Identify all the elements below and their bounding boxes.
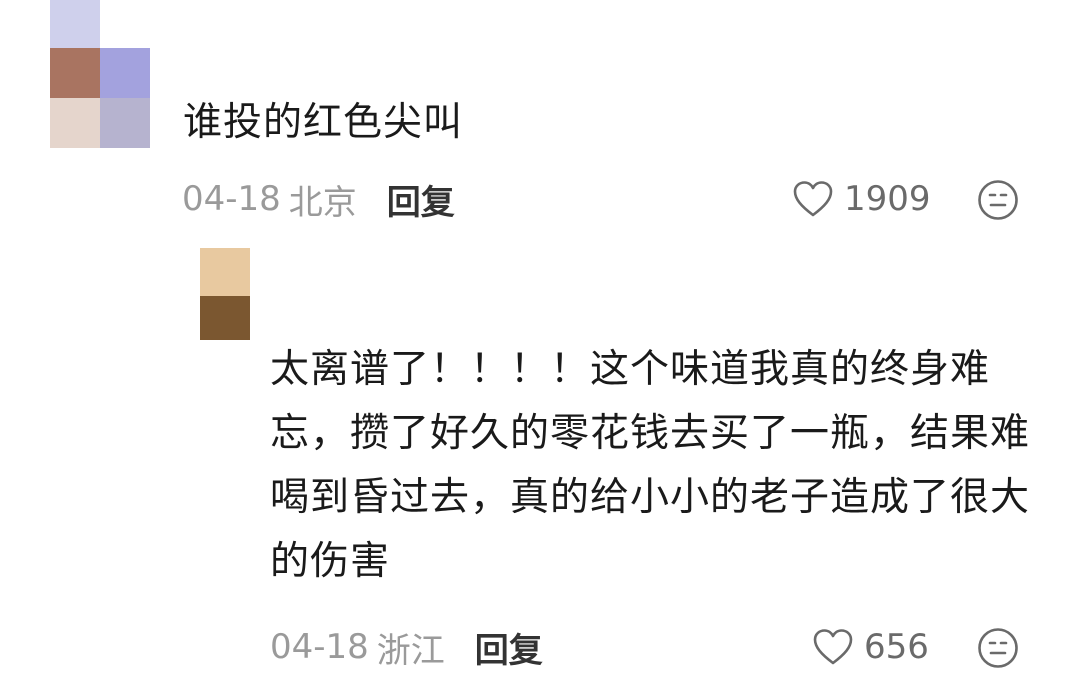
comment-text[interactable]: 谁投的红色尖叫 bbox=[183, 91, 463, 155]
avatar-pixel bbox=[50, 0, 100, 48]
comment-text[interactable]: 太离谱了！！！！这个味道我真的终身难忘，攒了好久的零花钱去买了一瓶，结果难喝到昏… bbox=[270, 338, 1040, 594]
comment-meta: 04-18 北京 回复 bbox=[182, 174, 455, 224]
avatar-pixel bbox=[100, 48, 150, 98]
avatar[interactable] bbox=[50, 0, 150, 148]
comment-location: 北京 bbox=[288, 182, 357, 223]
avatar-pixel bbox=[50, 48, 100, 98]
avatar-pixel bbox=[100, 0, 150, 48]
reply-button[interactable]: 回复 bbox=[475, 623, 543, 672]
like-count: 1909 bbox=[844, 179, 931, 219]
comment-meta: 04-18 浙江 回复 bbox=[270, 622, 543, 672]
avatar-pixel bbox=[100, 98, 150, 148]
avatar[interactable] bbox=[200, 248, 250, 340]
reply-button[interactable]: 回复 bbox=[387, 175, 455, 224]
like-button[interactable]: 656 bbox=[812, 622, 929, 672]
comment-date: 04-18 bbox=[270, 627, 369, 667]
avatar-pixel bbox=[200, 248, 250, 296]
comment-location: 浙江 bbox=[376, 630, 445, 671]
neutral-face-icon[interactable] bbox=[977, 627, 1019, 669]
heart-outline-icon bbox=[813, 629, 853, 665]
comment-date: 04-18 bbox=[182, 179, 281, 219]
avatar-pixel bbox=[200, 296, 250, 340]
like-count: 656 bbox=[864, 627, 929, 667]
like-button[interactable]: 1909 bbox=[792, 174, 931, 224]
heart-outline-icon bbox=[793, 181, 833, 217]
neutral-face-icon[interactable] bbox=[977, 179, 1019, 221]
avatar-pixel bbox=[50, 98, 100, 148]
